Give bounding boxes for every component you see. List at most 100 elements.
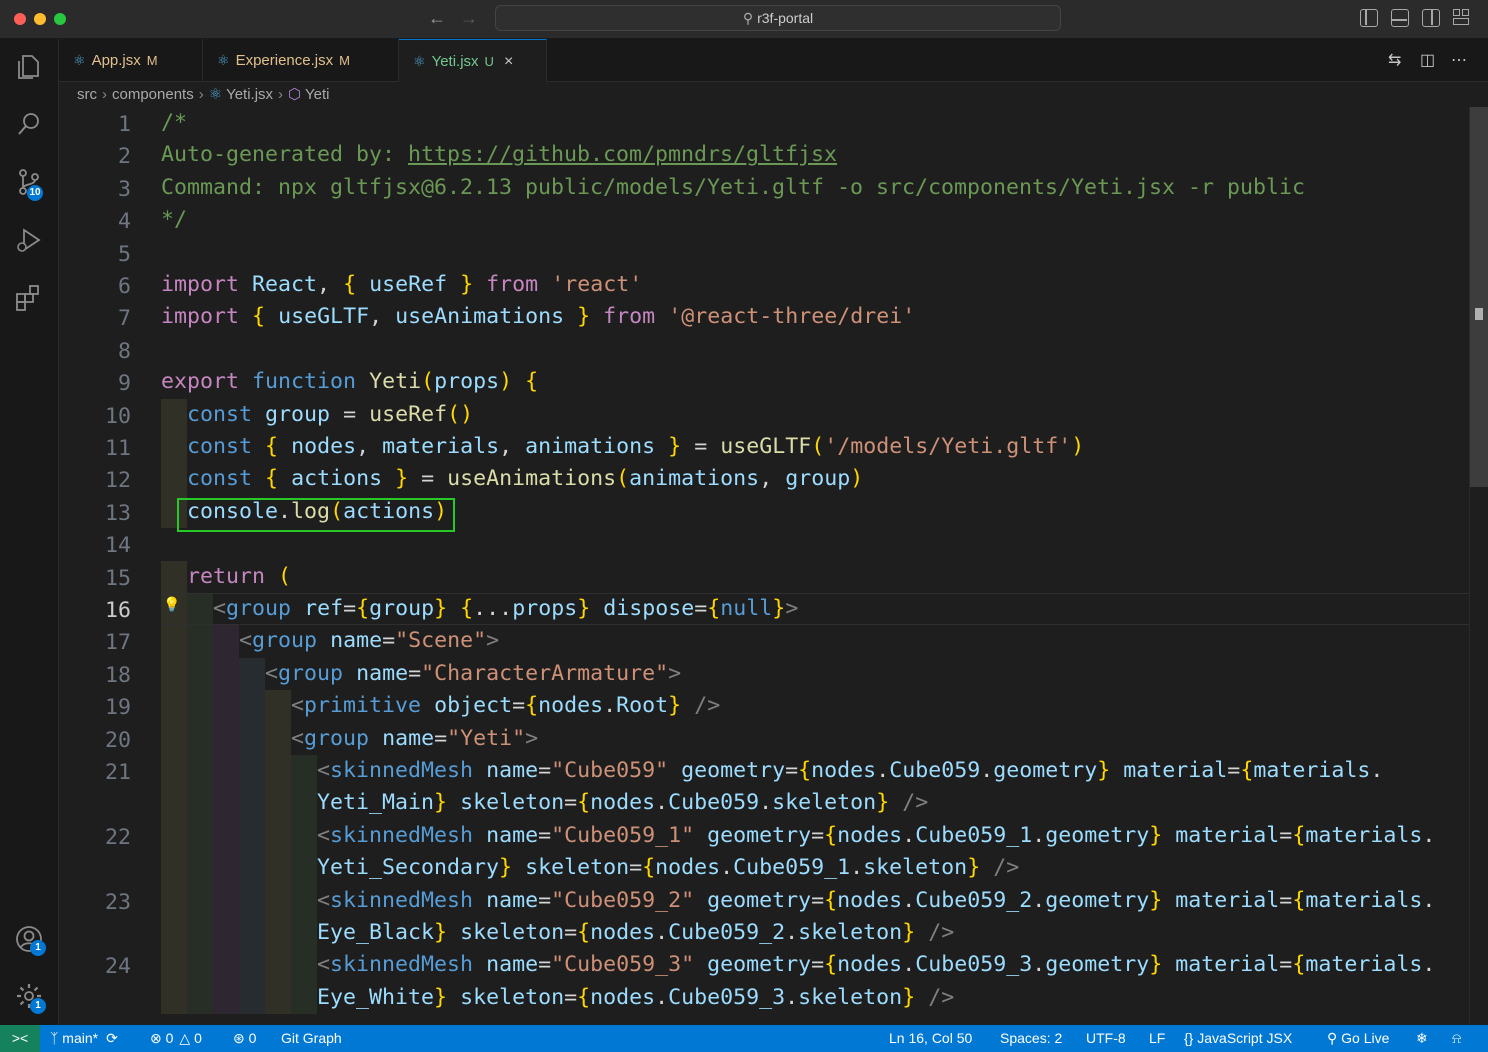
code-line-wrapped[interactable]: Eye_Black} skeleton={nodes.Cube059_2.ske… — [161, 917, 954, 949]
code-line[interactable]: const { actions } = useAnimations(animat… — [161, 463, 863, 495]
branch-name: main* — [62, 1030, 99, 1046]
breadcrumb-src[interactable]: src — [77, 86, 97, 103]
code-line[interactable]: Command: npx gltfjsx@6.2.13 public/model… — [161, 172, 1305, 204]
git-status-badge: M — [339, 53, 350, 68]
line-number: 21 — [104, 760, 131, 785]
line-number: 3 — [117, 176, 131, 202]
cursor-position[interactable]: Ln 16, Col 50 — [889, 1025, 972, 1052]
split-editor-icon[interactable]: ◫ — [1420, 50, 1435, 70]
react-icon: ⚛ — [208, 86, 227, 103]
ports-count: 0 — [248, 1030, 257, 1046]
end-of-line[interactable]: LF — [1149, 1025, 1165, 1052]
line-number: 22 — [104, 824, 131, 850]
toggle-primary-sidebar-icon[interactable] — [1360, 9, 1378, 27]
customize-layout-icon[interactable] — [1453, 9, 1471, 27]
code-line-wrapped[interactable]: Eye_White} skeleton={nodes.Cube059_3.ske… — [161, 982, 954, 1014]
tab-experience-jsx[interactable]: ⚛ Experience.jsx M — [203, 39, 399, 81]
branch-icon: ᛉ — [50, 1030, 63, 1046]
broadcast-icon: ⊛ — [233, 1030, 249, 1046]
explorer-files-icon[interactable] — [14, 52, 44, 82]
ports-status[interactable]: ⊛ 0 — [233, 1025, 256, 1052]
command-center-search[interactable]: ⚲ r3f-portal — [495, 5, 1061, 31]
warning-count: 0 — [194, 1030, 202, 1046]
code-line[interactable]: <skinnedMesh name="Cube059_1" geometry={… — [161, 820, 1435, 852]
more-actions-icon[interactable]: ⋯ — [1451, 50, 1467, 70]
code-line[interactable]: const group = useRef() — [161, 399, 473, 431]
remote-indicator[interactable]: >< — [0, 1025, 40, 1052]
react-icon: ⚛ — [217, 52, 230, 68]
code-line[interactable]: <group ref={group} {...props} dispose={n… — [161, 593, 798, 625]
code-line[interactable]: <skinnedMesh name="Cube059" geometry={no… — [161, 755, 1383, 787]
tab-app-jsx[interactable]: ⚛ App.jsx M — [59, 39, 203, 81]
git-status-badge: M — [146, 53, 158, 68]
code-line[interactable]: <primitive object={nodes.Root} /> — [161, 690, 720, 722]
git-status-badge: U — [484, 54, 494, 69]
line-number: 4 — [117, 209, 131, 235]
code-line-wrapped[interactable]: Yeti_Secondary} skeleton={nodes.Cube059_… — [161, 852, 1019, 884]
line-number: 18 — [104, 662, 131, 688]
code-line[interactable]: Auto-generated by: https://github.com/pm… — [161, 139, 837, 171]
branch-status[interactable]: ᛉ main* ⟳ — [50, 1025, 118, 1052]
source-control-badge: 10 — [27, 185, 43, 201]
code-line[interactable]: return ( — [161, 561, 291, 593]
toggle-panel-icon[interactable] — [1391, 9, 1409, 27]
code-line[interactable]: export function Yeti(props) { — [161, 366, 538, 398]
title-bar: ← → ⚲ r3f-portal — [0, 0, 1488, 39]
code-line[interactable]: <group name="Scene"> — [161, 625, 499, 657]
line-number: 14 — [104, 533, 131, 559]
code-line[interactable]: import { useGLTF, useAnimations } from '… — [161, 301, 915, 333]
code-line[interactable]: const { nodes, materials, animations } =… — [161, 431, 1084, 463]
code-line[interactable]: <group name="Yeti"> — [161, 723, 538, 755]
toggle-secondary-sidebar-icon[interactable] — [1422, 9, 1440, 27]
chevron-right-icon: › — [198, 86, 204, 103]
problems-status[interactable]: ⊗ 0 △ 0 — [150, 1025, 202, 1052]
code-editor[interactable]: 1 /* 2 Auto-generated by: https://github.co… — [59, 107, 1469, 1025]
breadcrumb-file[interactable]: Yeti.jsx — [226, 86, 273, 103]
extensions-icon[interactable] — [14, 283, 44, 313]
chevron-right-icon: › — [278, 86, 284, 103]
search-icon[interactable] — [14, 109, 44, 139]
line-number: 11 — [104, 436, 131, 461]
line-number: 7 — [117, 306, 131, 332]
forward-arrow-icon[interactable]: → — [460, 8, 478, 29]
window-title: r3f-portal — [757, 10, 814, 26]
notifications-bell-icon[interactable]: ⍾ — [1452, 1025, 1461, 1052]
zoom-window-button[interactable] — [54, 13, 66, 25]
encoding[interactable]: UTF-8 — [1086, 1025, 1126, 1052]
run-debug-icon[interactable] — [14, 225, 44, 255]
line-number: 9 — [117, 371, 131, 397]
minimize-window-button[interactable] — [34, 13, 46, 25]
sync-icon: ⟳ — [106, 1030, 118, 1046]
line-number: 8 — [117, 338, 131, 364]
open-changes-icon[interactable]: ⇆ — [1388, 50, 1401, 70]
line-number: 20 — [104, 727, 131, 753]
git-graph-button[interactable]: Git Graph — [281, 1025, 342, 1052]
line-number: 1 — [117, 112, 131, 137]
copilot-icon[interactable]: ❄ — [1416, 1025, 1428, 1052]
code-line[interactable]: import React, { useRef } from 'react' — [161, 269, 642, 301]
indentation[interactable]: Spaces: 2 — [1000, 1025, 1062, 1052]
code-line[interactable]: /* — [161, 107, 187, 139]
breadcrumb-components[interactable]: components — [112, 86, 194, 103]
language-mode[interactable]: {} JavaScript JSX — [1184, 1025, 1292, 1052]
go-live-button[interactable]: ⚲ Go Live — [1327, 1025, 1389, 1052]
code-line[interactable]: <group name="CharacterArmature"> — [161, 658, 681, 690]
code-line-wrapped[interactable]: Yeti_Main} skeleton={nodes.Cube059.skele… — [161, 787, 928, 819]
line-number: 12 — [104, 468, 131, 494]
line-number: 17 — [104, 630, 131, 656]
back-arrow-icon[interactable]: ← — [428, 8, 446, 29]
accounts-badge: 1 — [30, 940, 46, 956]
line-number: 2 — [117, 144, 131, 170]
tab-yeti-jsx[interactable]: ⚛ Yeti.jsx U × — [399, 39, 547, 82]
code-line[interactable]: <skinnedMesh name="Cube059_3" geometry={… — [161, 949, 1435, 981]
scrollbar-thumb[interactable] — [1470, 107, 1488, 487]
code-line[interactable]: <skinnedMesh name="Cube059_2" geometry={… — [161, 885, 1435, 917]
close-window-button[interactable] — [14, 13, 26, 25]
braces-icon: {} — [1184, 1030, 1198, 1046]
close-icon[interactable]: × — [504, 53, 513, 70]
chevron-right-icon: › — [102, 86, 107, 103]
symbol-cube-icon: ⬡ — [288, 86, 306, 103]
breadcrumb-symbol[interactable]: Yeti — [305, 86, 329, 103]
error-icon: ⊗ — [150, 1030, 166, 1046]
code-line[interactable]: */ — [161, 204, 187, 236]
